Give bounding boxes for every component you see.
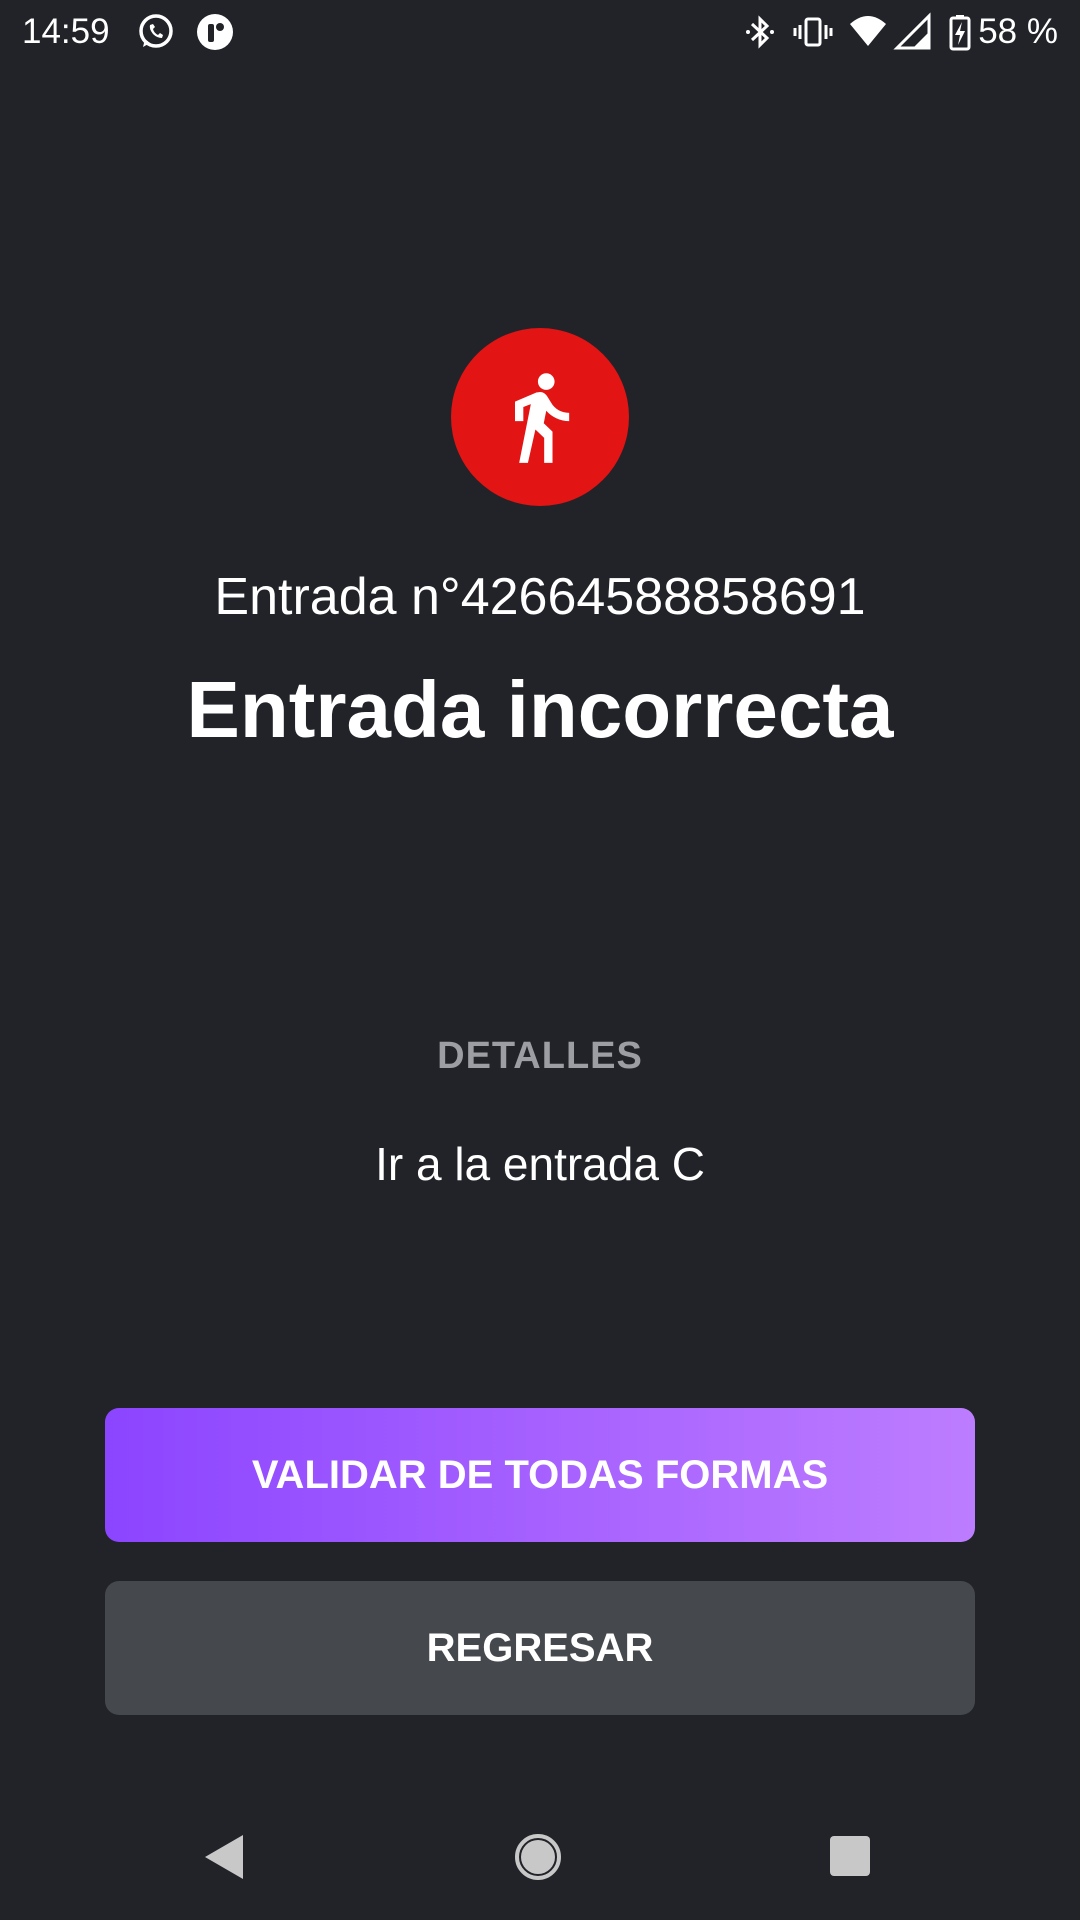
back-button[interactable]: REGRESAR (105, 1581, 975, 1715)
status-indicator (451, 328, 629, 506)
battery-percent: 58 % (978, 12, 1058, 51)
wifi-icon (850, 16, 886, 46)
bluetooth-icon (746, 15, 774, 49)
ticket-number: Entrada n°426645888586​91 (214, 568, 866, 626)
recent-apps-icon[interactable] (830, 1836, 870, 1876)
back-icon[interactable] (205, 1835, 243, 1879)
app-notification-icon (197, 14, 233, 50)
vibrate-icon (793, 17, 833, 47)
home-icon-inner (521, 1840, 555, 1874)
status-bar: 14:59 58 % (0, 0, 1080, 64)
navigation-bar (0, 1800, 1080, 1920)
walking-person-icon (515, 373, 570, 463)
validate-anyway-button[interactable]: VALIDAR DE TODAS FORMAS (105, 1408, 975, 1542)
whatsapp-icon (139, 14, 173, 48)
cell-signal-icon (893, 12, 931, 50)
details-text: Ir a la entrada C (375, 1138, 705, 1190)
battery-charging-icon (949, 15, 971, 51)
screen: 14:59 (0, 0, 1080, 1920)
result-title: Entrada incorrecta (186, 665, 894, 754)
status-time: 14:59 (22, 12, 110, 51)
home-icon[interactable] (515, 1834, 561, 1880)
details-label: DETALLES (437, 1035, 643, 1077)
